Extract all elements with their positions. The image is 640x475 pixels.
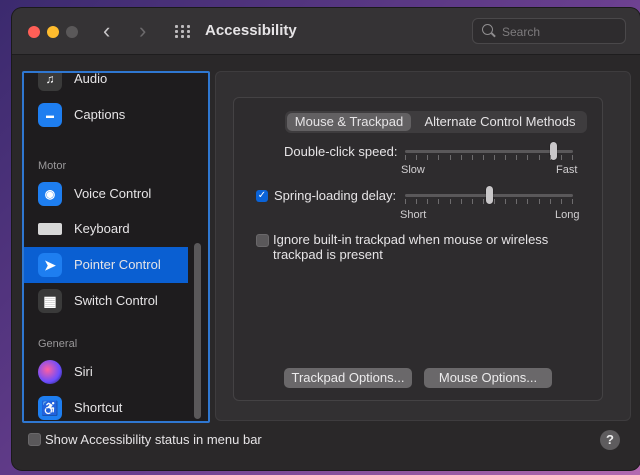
sidebar-item-label: Pointer Control [74, 257, 161, 272]
slider-tick [427, 155, 428, 160]
slider-tick [494, 155, 495, 160]
sidebar-item-keyboard[interactable]: Keyboard [24, 211, 188, 247]
help-button[interactable]: ? [600, 430, 620, 450]
settings-panel: Mouse & Trackpad Alternate Control Metho… [215, 71, 631, 421]
slider-tick [516, 155, 517, 160]
sidebar-list[interactable]: ♫ Audio ▬ Captions Motor ◉ Voice Control… [22, 71, 210, 423]
slider-tick [461, 199, 462, 204]
slider-tick [472, 155, 473, 160]
siri-icon [38, 360, 62, 384]
slider-tick [483, 155, 484, 160]
slider-tick [494, 199, 495, 204]
sidebar-item-label: Shortcut [74, 400, 123, 415]
sidebar-item-captions[interactable]: ▬ Captions [24, 97, 188, 133]
show-all-grid-icon[interactable] [175, 25, 191, 39]
slider-tick [461, 155, 462, 160]
forward-arrow-icon[interactable]: › [139, 18, 146, 44]
slider-tick [539, 199, 540, 204]
zoom-window-button[interactable] [66, 26, 78, 38]
slider-tick [450, 155, 451, 160]
spring-loading-checkbox[interactable]: ✓ [256, 190, 268, 202]
slider-tick [550, 199, 551, 204]
sidebar-item-audio[interactable]: ♫ Audio [24, 71, 188, 97]
slider-tick [516, 199, 517, 204]
slider-tick [405, 155, 406, 160]
sidebar-item-label: Siri [74, 364, 93, 379]
slider-track [405, 150, 573, 153]
search-field[interactable] [472, 18, 626, 44]
title-bar: ‹ › Accessibility [12, 8, 640, 55]
sidebar-item-switch-control[interactable]: ▦ Switch Control [24, 283, 188, 319]
search-icon [482, 24, 493, 35]
slider-tick [416, 199, 417, 204]
back-arrow-icon[interactable]: ‹ [103, 18, 110, 44]
preferences-window: ‹ › Accessibility ♫ Audio ▬ Captions Mot… [12, 8, 640, 470]
slider-tick [527, 155, 528, 160]
sidebar-item-label: Voice Control [74, 186, 152, 201]
slider-tick [561, 199, 562, 204]
close-window-button[interactable] [28, 26, 40, 38]
sidebar-item-shortcut[interactable]: ♿ Shortcut [24, 390, 188, 421]
sidebar-item-pointer-control[interactable]: ➤ Pointer Control [24, 247, 188, 283]
short-label: Short [400, 209, 427, 221]
slider-tick [539, 155, 540, 160]
spring-loading-label: Spring-loading delay: [274, 188, 397, 203]
section-header-general: General [38, 338, 78, 350]
fast-label: Fast [556, 164, 578, 176]
sidebar-item-siri[interactable]: Siri [24, 354, 188, 390]
slider-thumb[interactable] [550, 142, 557, 160]
tab-alternate-control-methods[interactable]: Alternate Control Methods [415, 113, 585, 131]
sidebar-item-label: Keyboard [74, 221, 130, 236]
long-label: Long [555, 209, 580, 221]
tab-mouse-trackpad[interactable]: Mouse & Trackpad [287, 113, 411, 131]
slider-tick [472, 199, 473, 204]
trackpad-options-button[interactable]: Trackpad Options... [284, 368, 412, 388]
tab-segmented-control: Mouse & Trackpad Alternate Control Metho… [285, 111, 587, 133]
double-click-speed-label: Double-click speed: [284, 144, 398, 159]
captions-icon: ▬ [38, 103, 62, 127]
slider-thumb[interactable] [486, 186, 493, 204]
ignore-trackpad-label: Ignore built-in trackpad when mouse or w… [273, 232, 549, 262]
sidebar-scrollbar[interactable] [194, 243, 201, 419]
switch-control-icon: ▦ [38, 289, 62, 313]
slider-tick [561, 155, 562, 160]
search-input[interactable] [500, 22, 622, 41]
sidebar-item-label: Switch Control [74, 293, 158, 308]
slider-tick [505, 199, 506, 204]
sidebar-item-voice-control[interactable]: ◉ Voice Control [24, 176, 188, 212]
slider-tick [572, 199, 573, 204]
mouse-options-button[interactable]: Mouse Options... [424, 368, 552, 388]
keyboard-icon [38, 223, 62, 235]
shortcut-icon: ♿ [38, 396, 62, 420]
sidebar-item-label: Captions [74, 107, 126, 122]
mouse-trackpad-pane: Mouse & Trackpad Alternate Control Metho… [233, 97, 603, 401]
slider-tick [505, 155, 506, 160]
slider-tick [550, 155, 551, 160]
voice-control-icon: ◉ [38, 182, 62, 206]
pointer-icon: ➤ [38, 253, 62, 277]
slider-tick [405, 199, 406, 204]
slider-tick [450, 199, 451, 204]
audio-icon: ♫ [38, 73, 62, 91]
show-status-label: Show Accessibility status in menu bar [45, 432, 262, 447]
slider-tick [572, 155, 573, 160]
section-header-motor: Motor [38, 160, 67, 172]
slow-label: Slow [401, 164, 425, 176]
slider-tick [438, 155, 439, 160]
slider-tick [527, 199, 528, 204]
double-click-speed-slider[interactable] [405, 141, 573, 163]
slider-tick [438, 199, 439, 204]
show-status-checkbox[interactable] [28, 433, 41, 446]
ignore-trackpad-checkbox[interactable] [256, 234, 269, 247]
spring-loading-slider[interactable] [405, 185, 573, 207]
window-title: Accessibility [205, 22, 297, 39]
slider-tick [427, 199, 428, 204]
sidebar-item-label: Audio [74, 71, 108, 86]
minimize-window-button[interactable] [47, 26, 59, 38]
slider-tick [483, 199, 484, 204]
slider-tick [416, 155, 417, 160]
